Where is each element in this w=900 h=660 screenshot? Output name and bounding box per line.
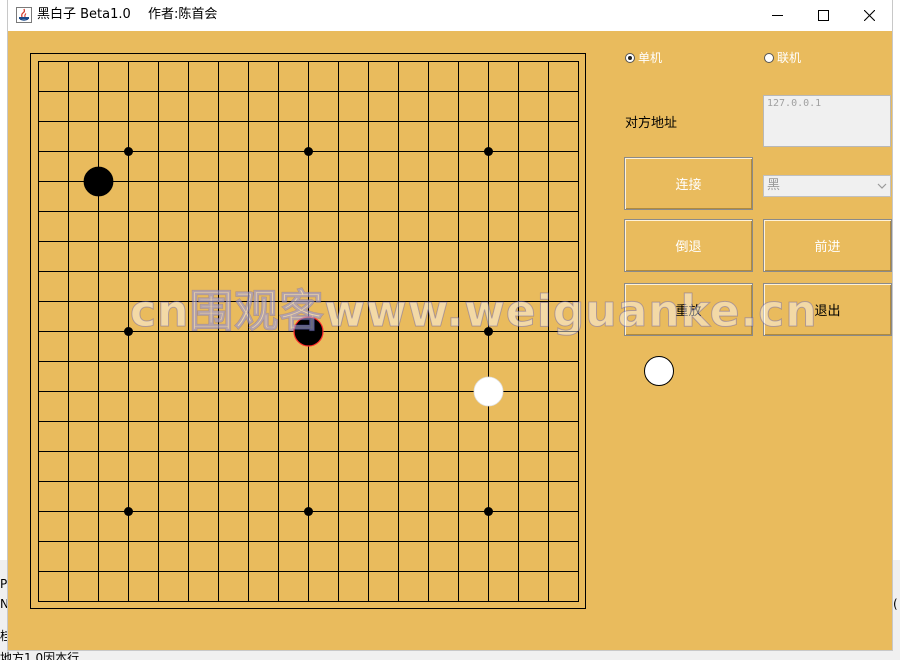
star-point bbox=[484, 507, 493, 516]
white-stone bbox=[473, 376, 504, 407]
mode-online-label: 联机 bbox=[777, 51, 802, 65]
star-point bbox=[484, 147, 493, 156]
close-icon bbox=[864, 10, 875, 21]
mode-single-label: 单机 bbox=[638, 51, 663, 65]
background-fragment: 地方1.0因本行 bbox=[0, 651, 80, 660]
star-point bbox=[304, 507, 313, 516]
black-stone bbox=[83, 166, 114, 197]
minimize-icon bbox=[772, 15, 783, 16]
screen: P N 桂 地方1.0因本行 ( 黑白子 Beta1.0 作者:陈首会 单机 联… bbox=[0, 0, 900, 660]
background-fragment: ( bbox=[893, 597, 898, 611]
connect-button[interactable]: 连接 bbox=[624, 157, 753, 210]
star-point bbox=[304, 147, 313, 156]
title-bar[interactable]: 黑白子 Beta1.0 作者:陈首会 bbox=[8, 0, 892, 31]
mode-single-radio[interactable]: 单机 bbox=[625, 50, 662, 66]
radio-unselected-icon bbox=[764, 53, 774, 63]
close-button[interactable] bbox=[846, 0, 892, 31]
background-fragment: P bbox=[0, 577, 8, 591]
address-input[interactable]: 127.0.0.1 bbox=[763, 95, 891, 147]
java-app-icon bbox=[16, 7, 32, 23]
chevron-down-icon bbox=[877, 183, 887, 189]
maximize-icon bbox=[818, 10, 829, 21]
window-title: 黑白子 Beta1.0 bbox=[37, 7, 131, 22]
current-turn-stone bbox=[644, 356, 674, 386]
color-select-value: 黑 bbox=[767, 178, 781, 193]
redo-button[interactable]: 前进 bbox=[763, 219, 892, 272]
mode-online-radio[interactable]: 联机 bbox=[764, 50, 801, 66]
color-select[interactable]: 黑 bbox=[763, 175, 891, 197]
star-point bbox=[124, 507, 133, 516]
undo-button[interactable]: 倒退 bbox=[624, 219, 753, 272]
radio-selected-icon bbox=[625, 53, 635, 63]
maximize-button[interactable] bbox=[800, 0, 846, 31]
watermark: cn围观客www.weiguanke.cn bbox=[130, 286, 818, 337]
star-point bbox=[124, 147, 133, 156]
window-author: 作者:陈首会 bbox=[148, 7, 218, 22]
address-label: 对方地址 bbox=[625, 116, 678, 131]
game-window: 黑白子 Beta1.0 作者:陈首会 单机 联机 对方地址 127.0.0.1 … bbox=[8, 0, 892, 650]
minimize-button[interactable] bbox=[754, 0, 800, 31]
